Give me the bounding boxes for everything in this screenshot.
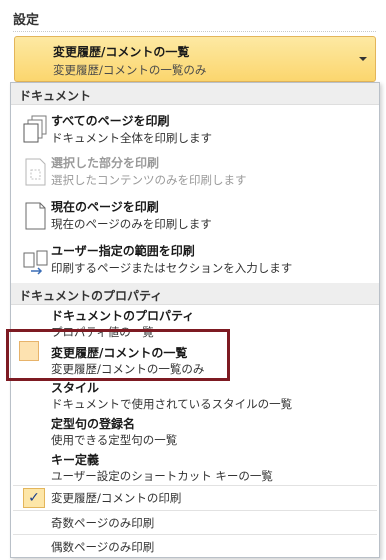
option-label: 変更履歴/コメントの印刷 [51,491,182,505]
menu-item-desc: 使用できる定型句の一覧 [51,433,178,447]
menu-item-desc: 印刷するページまたはセクションを入力します [51,261,293,275]
option-label: 偶数ページのみ印刷 [51,540,155,554]
option-print-markup[interactable]: ✓ 変更履歴/コメントの印刷 [11,487,379,509]
options-divider [13,485,377,486]
dropdown-selected-title: 変更履歴/コメントの一覧 [53,45,190,59]
menu-item-title: ユーザー指定の範囲を印刷 [51,244,195,258]
single-page-icon [25,202,46,230]
chevron-down-icon[interactable] [359,57,367,61]
section-header-properties: ドキュメントのプロパティ [11,283,379,305]
menu-item-desc: ドキュメント全体を印刷します [51,131,212,145]
highlight-annotation-box [6,329,230,381]
dropdown-selected-subtitle: 変更履歴/コメントの一覧のみ [53,63,207,77]
dropdown-panel: ドキュメント すべてのページを印刷 ドキュメント全体を印刷します 選択した部分を… [10,82,380,558]
menu-item-desc: ユーザー設定のショートカット キーの一覧 [51,469,273,483]
menu-item-title: キー定義 [51,453,100,467]
menu-item-desc: 選択したコンテンツのみを印刷します [51,173,247,187]
section-header-document: ドキュメント [11,83,379,105]
menu-item-styles[interactable]: スタイル ドキュメントで使用されているスタイルの一覧 [11,379,379,415]
options-divider [13,534,377,535]
menu-item-title: スタイル [51,381,100,395]
menu-item-title: 選択した部分を印刷 [51,156,160,170]
menu-item-title: 現在のページを印刷 [51,200,159,214]
option-odd-pages[interactable]: 奇数ページのみ印刷 [11,512,379,534]
menu-item-title: ドキュメントのプロパティ [51,309,195,323]
menu-item-autotext[interactable]: 定型句の登録名 使用できる定型句の一覧 [11,415,379,451]
menu-item-title: 定型句の登録名 [51,417,136,431]
settings-heading: 設定 [13,13,40,28]
pages-stack-icon [23,115,47,143]
page-range-icon [23,250,48,275]
menu-item-print-range[interactable]: ユーザー指定の範囲を印刷 印刷するページまたはセクションを入力します [11,239,379,283]
menu-item-print-all[interactable]: すべてのページを印刷 ドキュメント全体を印刷します [11,107,379,151]
option-even-pages[interactable]: 偶数ページのみ印刷 [11,536,379,558]
menu-item-title: すべてのページを印刷 [51,114,170,128]
checkmark-icon[interactable]: ✓ [23,488,45,508]
menu-item-desc: 現在のページのみを印刷します [51,217,212,231]
menu-item-desc: ドキュメントで使用されているスタイルの一覧 [51,397,293,411]
heading-divider [13,31,376,32]
menu-item-key-assignments[interactable]: キー定義 ユーザー設定のショートカット キーの一覧 [11,451,379,487]
option-label: 奇数ページのみ印刷 [51,516,155,530]
options-divider [13,510,377,511]
menu-item-print-selection[interactable]: 選択した部分を印刷 選択したコンテンツのみを印刷します [11,151,379,195]
menu-item-print-current[interactable]: 現在のページを印刷 現在のページのみを印刷します [11,195,379,239]
selection-page-icon [25,158,46,186]
print-what-dropdown[interactable]: 変更履歴/コメントの一覧 変更履歴/コメントの一覧のみ [14,36,376,82]
